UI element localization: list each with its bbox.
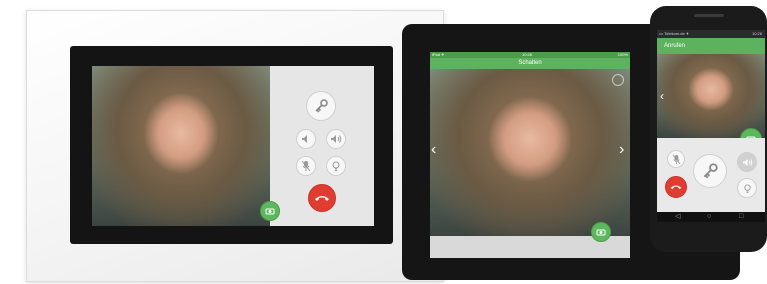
speaker-icon — [302, 135, 307, 143]
tablet-status-left: iPad ✈ — [432, 52, 445, 57]
phone-header-title: Anrufen — [664, 43, 686, 49]
tablet-status-time: 10:26 — [522, 52, 533, 57]
tablet-status-battery: 100% — [617, 52, 628, 57]
phone-light-button[interactable] — [737, 178, 757, 198]
light-icon — [332, 161, 340, 171]
hangup-icon — [670, 185, 682, 190]
tablet-video-feed — [430, 69, 630, 236]
key-icon — [315, 99, 328, 113]
phone-volume-button[interactable] — [737, 152, 757, 172]
hangup-icon — [315, 196, 329, 201]
tablet-camera-button[interactable] — [591, 222, 611, 242]
light-icon — [743, 183, 751, 193]
phone-nav-bar: ◁ ○ □ — [657, 212, 765, 222]
tablet-next-arrow[interactable]: › — [619, 142, 624, 158]
phone-hang-up-button[interactable] — [665, 176, 687, 198]
wall-control-panel — [270, 66, 374, 226]
light-button[interactable] — [326, 156, 346, 176]
phone-mute-button[interactable] — [667, 150, 685, 168]
phone-status-time: 10:26 — [751, 31, 762, 36]
phone-earpiece — [694, 14, 724, 17]
recent-apps-icon[interactable]: □ — [739, 212, 743, 222]
phone-unlock-door-button[interactable] — [693, 154, 727, 188]
mute-mic-icon — [672, 154, 680, 164]
phone-video-feed — [657, 54, 765, 138]
home-icon[interactable]: ○ — [707, 212, 711, 222]
tablet-header: Schalten — [430, 58, 630, 69]
phone-status-left: ••• Telekom.de ✈ — [659, 31, 690, 36]
speaker-button[interactable] — [296, 129, 316, 149]
key-icon — [703, 163, 718, 179]
hang-up-button[interactable] — [308, 184, 336, 212]
unlock-door-button[interactable] — [306, 91, 336, 121]
back-icon[interactable]: ◁ — [675, 212, 680, 222]
phone-control-panel — [657, 138, 765, 212]
wall-video-feed — [92, 66, 270, 226]
camera-icon — [265, 208, 275, 215]
mute-mic-icon — [301, 160, 311, 172]
tablet-mic-indicator — [612, 74, 624, 86]
camera-icon — [596, 229, 606, 236]
volume-icon — [742, 158, 752, 166]
tablet-header-title: Schalten — [518, 60, 542, 66]
tablet-prev-arrow[interactable]: ‹ — [431, 142, 436, 158]
wall-camera-button[interactable] — [260, 201, 280, 221]
phone-prev-arrow[interactable]: ‹ — [660, 88, 664, 104]
phone-status-bar: ••• Telekom.de ✈ 10:26 — [657, 30, 765, 38]
volume-button[interactable] — [326, 129, 346, 149]
volume-icon — [331, 135, 342, 143]
mute-button[interactable] — [296, 156, 316, 176]
